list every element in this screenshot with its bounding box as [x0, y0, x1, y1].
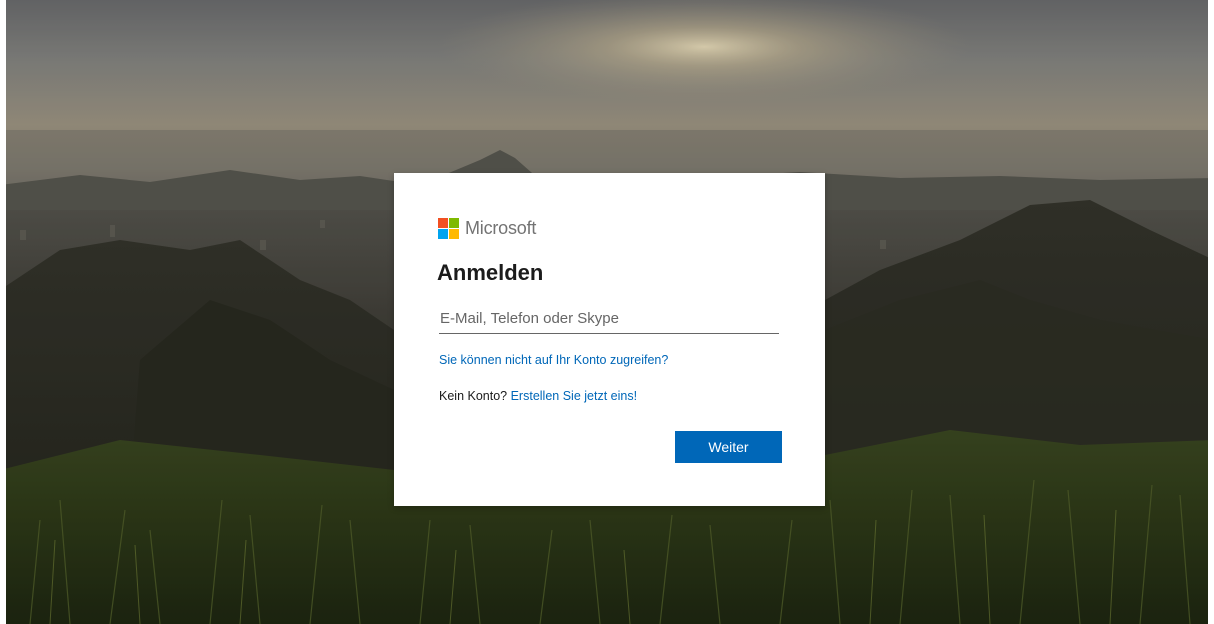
cant-access-account-link[interactable]: Sie können nicht auf Ihr Konto zugreifen…	[439, 353, 668, 367]
create-account-link[interactable]: Erstellen Sie jetzt eins!	[511, 389, 637, 403]
microsoft-logo: Microsoft	[438, 218, 536, 239]
logo-square-blue	[438, 229, 448, 239]
page-title: Anmelden	[437, 260, 544, 285]
logo-square-yellow	[449, 229, 459, 239]
email-field[interactable]	[439, 304, 779, 334]
no-account-row: Kein Konto? Erstellen Sie jetzt eins!	[439, 389, 637, 403]
next-button[interactable]: Weiter	[675, 431, 782, 463]
brand-name: Microsoft	[465, 218, 537, 238]
microsoft-logo-icon	[438, 218, 459, 239]
no-account-label: Kein Konto?	[439, 389, 508, 403]
sign-in-card: Microsoft Anmelden Sie können nicht auf …	[394, 173, 825, 506]
logo-square-green	[449, 218, 459, 228]
sign-in-page: Microsoft Anmelden Sie können nicht auf …	[0, 0, 1214, 624]
left-border	[0, 0, 6, 624]
right-border	[1208, 0, 1214, 624]
logo-square-red	[438, 218, 448, 228]
